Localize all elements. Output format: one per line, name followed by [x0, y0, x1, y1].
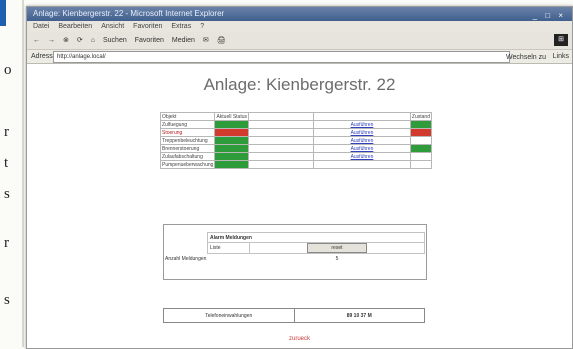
row-action-link[interactable]: Ausführen [313, 152, 411, 161]
toolbar-button[interactable]: ⟳ [77, 37, 83, 44]
status-indicator [214, 136, 250, 145]
toolbar-button[interactable]: ⊗ [63, 37, 69, 44]
alarm-table: Alarm Meldungen Liste reset Anzahl Meldu… [163, 232, 426, 264]
col-objekt: Objekt [159, 112, 216, 121]
alarm-reset-row: Liste reset [163, 242, 426, 254]
menu-item[interactable]: Extras [171, 23, 191, 30]
menu-item[interactable]: Datei [33, 23, 49, 30]
status-table-header: Objekt Aktuell Status Zustand [159, 112, 433, 121]
status-indicator [214, 120, 250, 129]
side-letter: s [4, 292, 10, 308]
zustand-indicator [409, 128, 433, 137]
row-action-link[interactable]: Ausführen [313, 136, 411, 145]
toolbar-button[interactable]: ← [33, 37, 40, 44]
page-title: Anlage: Kienbergerstr. 22 [203, 75, 396, 94]
row-object-name: Brennerstoerung [159, 144, 216, 153]
counter-value: 89 10 37 M [293, 308, 425, 323]
windows-logo-icon: ⊞ [554, 34, 568, 46]
toolbar-button[interactable]: Suchen [103, 37, 127, 44]
menu-item[interactable]: ? [200, 23, 204, 30]
menu-item[interactable]: Bearbeiten [58, 23, 92, 30]
zustand-indicator [409, 144, 433, 153]
toolbar-button[interactable]: Medien [172, 37, 195, 44]
counter-table: Telefoneinwahlungen 89 10 37 M [163, 308, 425, 323]
status-indicator [214, 128, 250, 137]
table-row: Pumpenueberwachung [159, 160, 433, 169]
row-action-link [313, 160, 411, 169]
counter-label: Telefoneinwahlungen [163, 308, 295, 323]
status-table: Objekt Aktuell Status Zustand Zulfuegung… [159, 112, 433, 169]
col-status: Aktuell Status [214, 112, 250, 121]
address-bar: Adresse http://anlage.local/ Wechseln zu… [27, 50, 572, 64]
alarm-title-row: Alarm Meldungen [163, 232, 425, 243]
address-input[interactable]: http://anlage.local/ [53, 51, 510, 63]
page-content: Anlage: Kienbergerstr. 22 Objekt Aktuell… [27, 64, 572, 348]
row-action-link[interactable]: Ausführen [313, 128, 411, 137]
toolbar-button[interactable]: ⌂ [91, 37, 95, 44]
table-row: Treppenbeleuchtung Ausführen [159, 136, 433, 145]
row-object-name: Pumpenueberwachung [159, 160, 216, 169]
back-link[interactable]: zurueck [27, 336, 572, 342]
toolbar: ⊞ ← → ⊗ ⟳ ⌂ Suchen Favoriten Medien ✉ 🖨 [27, 32, 572, 50]
column-separator [22, 0, 24, 347]
side-letter: r [4, 124, 9, 140]
table-row: Zulfuegung Ausführen [159, 120, 433, 129]
side-letter: t [4, 155, 9, 171]
alarm-count-row: Anzahl Meldungen 5 [163, 254, 425, 264]
zustand-indicator [409, 160, 433, 169]
alarm-list-label: Liste [207, 242, 250, 254]
zustand-indicator [409, 120, 433, 129]
zustand-indicator [409, 136, 433, 145]
toolbar-button[interactable]: Favoriten [135, 37, 164, 44]
alarm-count-label: Anzahl Meldungen [165, 255, 207, 262]
browser-window: Anlage: Kienbergerstr. 22 - Microsoft In… [26, 6, 573, 349]
table-row: Brennerstoerung Ausführen [159, 144, 433, 153]
menu-item[interactable]: Favoriten [133, 23, 162, 30]
row-object-name: Zulaufabschaltung [159, 152, 216, 161]
col-zustand: Zustand [409, 112, 433, 121]
alarm-count-value: 5 [335, 255, 339, 262]
go-button[interactable]: Wechseln zu [506, 51, 546, 64]
toolbar-button[interactable]: 🖨 [217, 37, 226, 44]
toolbar-button[interactable]: → [48, 37, 55, 44]
toolbar-button[interactable]: ✉ [203, 37, 209, 44]
alarm-title: Alarm Meldungen [207, 232, 425, 243]
side-letter: s [4, 186, 10, 202]
col-action [248, 112, 315, 121]
menu-bar: Datei Bearbeiten Ansicht Favoriten Extras? [27, 21, 572, 32]
menu-item[interactable]: Ansicht [101, 23, 124, 30]
row-object-name: Treppenbeleuchtung [159, 136, 216, 145]
status-indicator [214, 144, 250, 153]
side-accent-bar [0, 0, 6, 26]
status-indicator [214, 160, 250, 169]
table-row: Zulaufabschaltung Ausführen [159, 152, 433, 161]
window-controls[interactable]: _ □ × [533, 9, 566, 23]
row-action-link[interactable]: Ausführen [313, 144, 411, 153]
zustand-indicator [409, 152, 433, 161]
links-button[interactable]: Links [553, 50, 569, 63]
side-letter: o [4, 62, 12, 78]
reset-button[interactable]: reset [306, 243, 367, 253]
side-letter: r [4, 235, 9, 251]
status-indicator [214, 152, 250, 161]
row-object-name: Zulfuegung [159, 120, 216, 129]
table-row: Stoerung Ausführen [159, 128, 433, 137]
col-empty [313, 112, 411, 121]
row-object-name: Stoerung [159, 128, 216, 137]
title-bar[interactable]: Anlage: Kienbergerstr. 22 - Microsoft In… [27, 7, 572, 21]
window-title: Anlage: Kienbergerstr. 22 - Microsoft In… [33, 9, 225, 18]
row-action-link[interactable]: Ausführen [313, 120, 411, 129]
